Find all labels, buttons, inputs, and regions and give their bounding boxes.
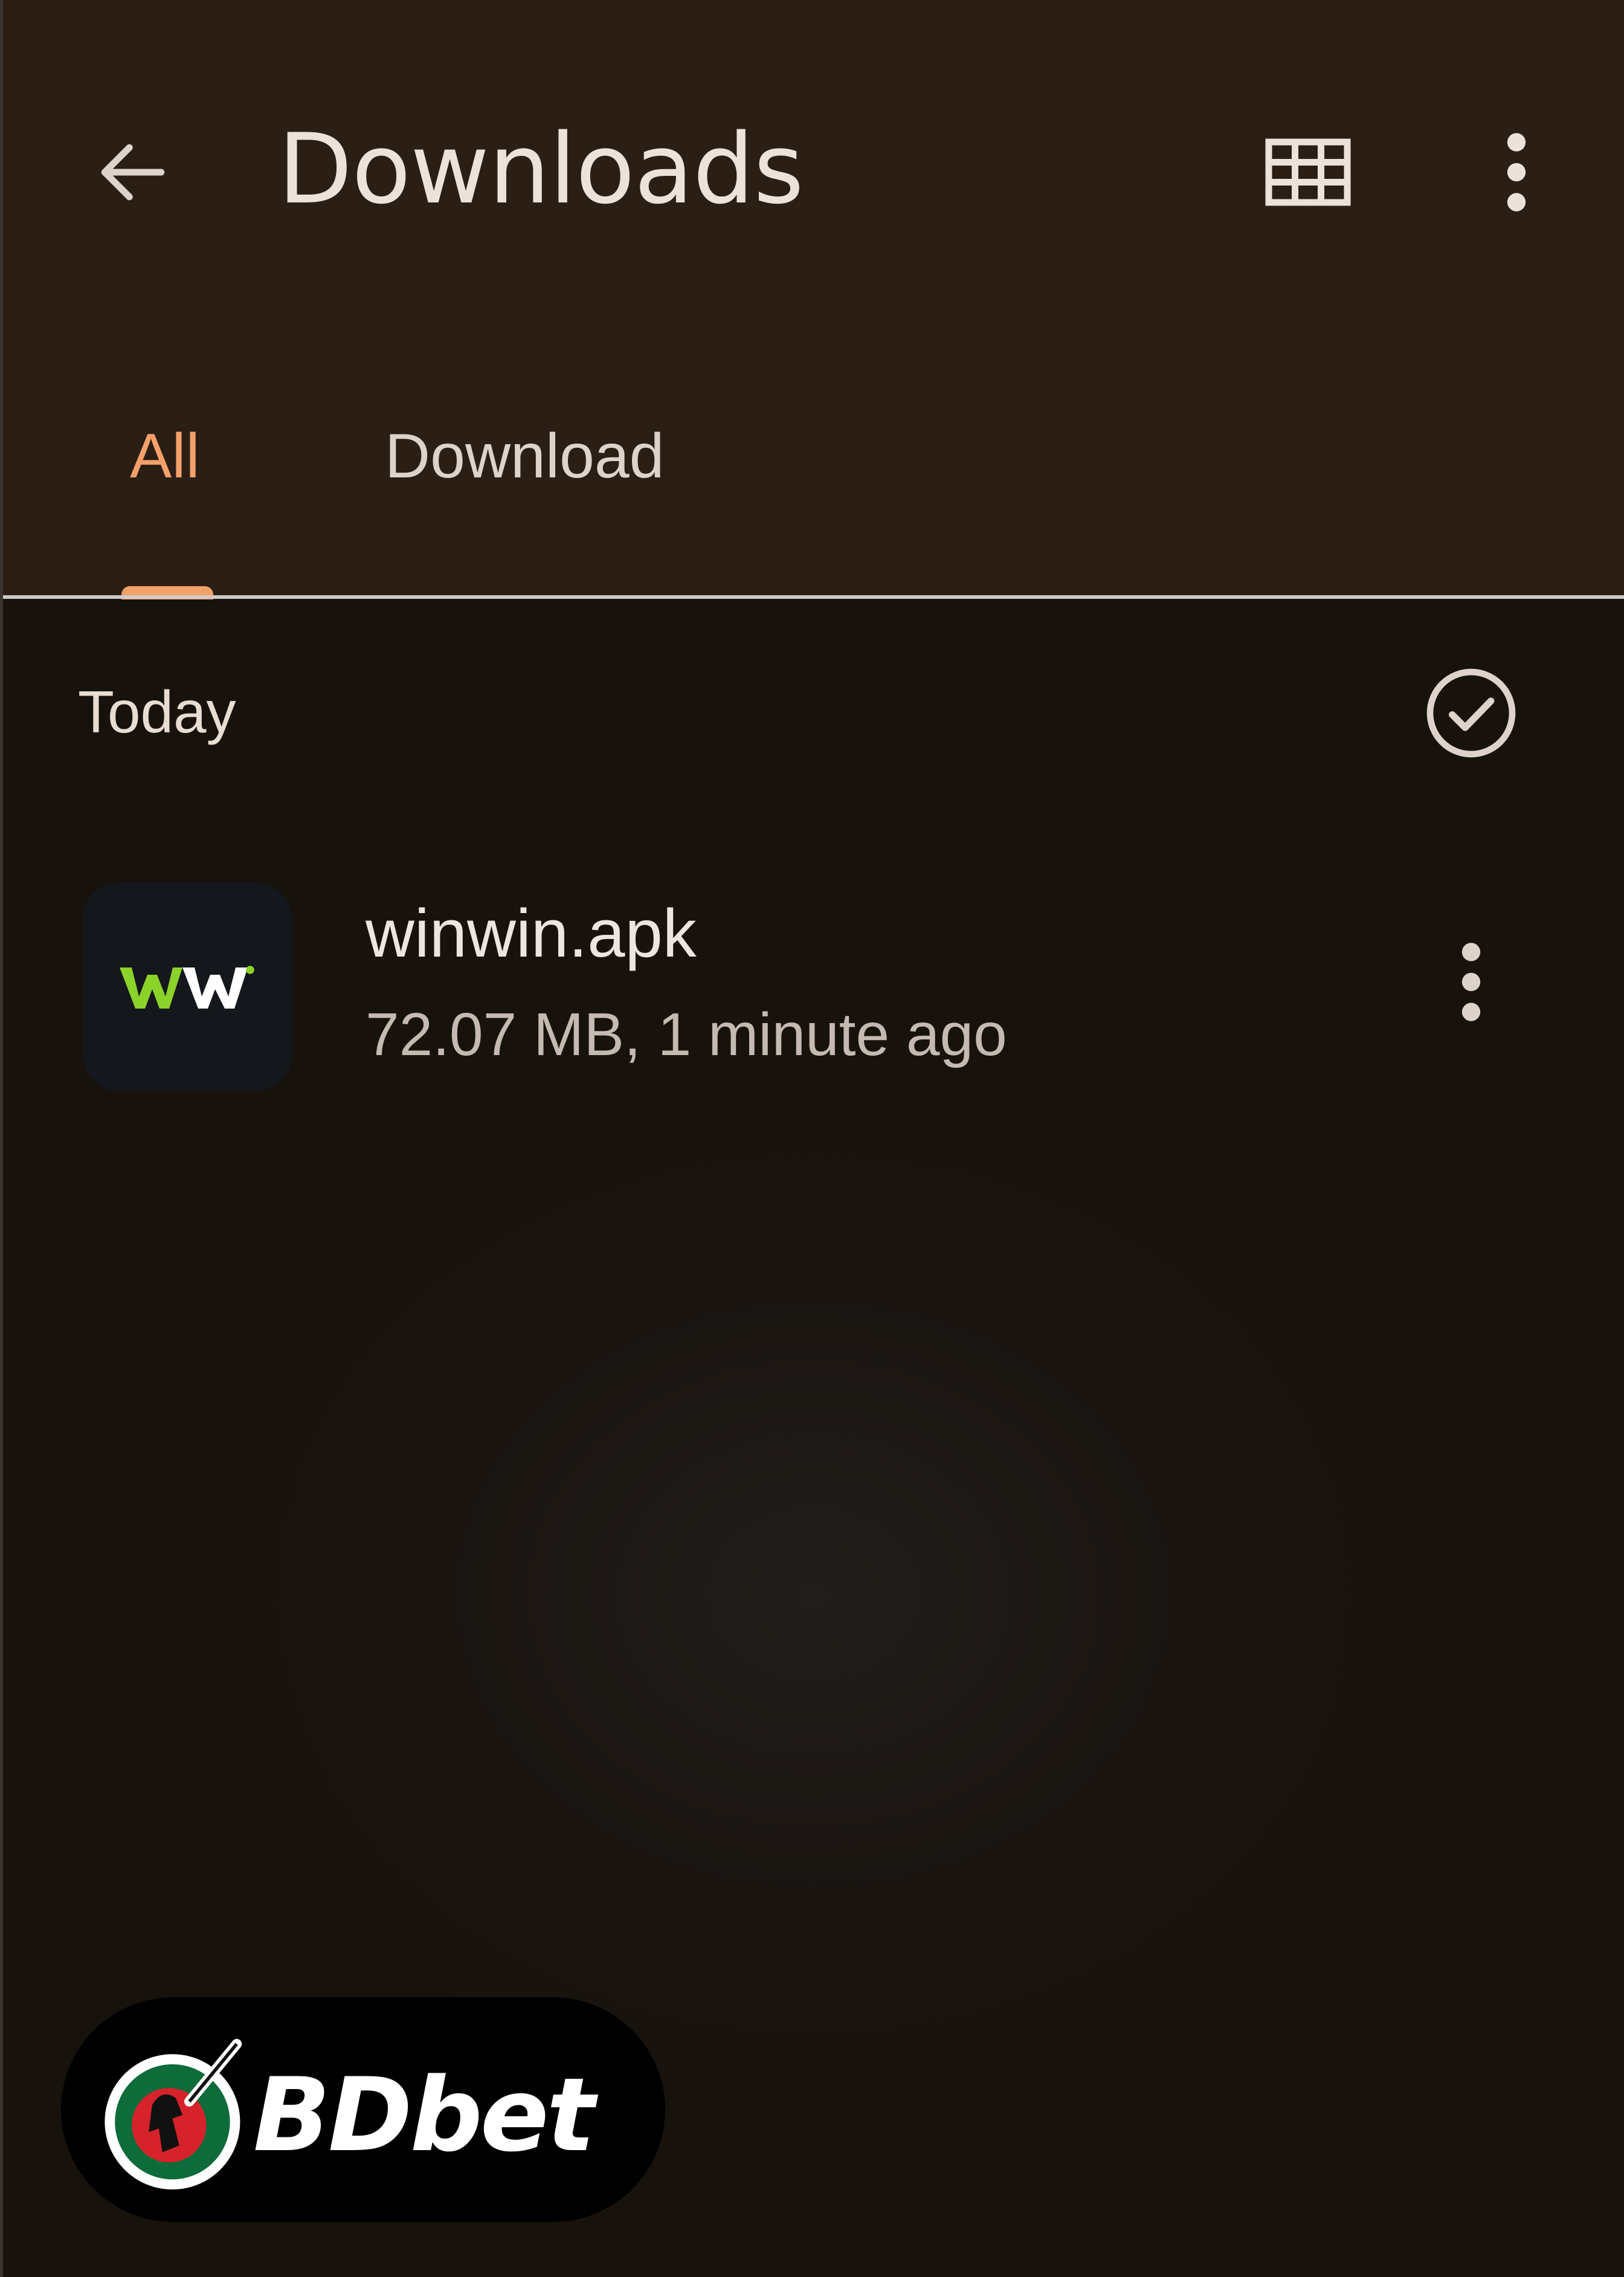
file-name: winwin.apk [366, 896, 697, 971]
arrow-left-icon [101, 144, 165, 201]
more-options-button[interactable] [1471, 121, 1562, 224]
section-heading-today: Today [78, 679, 236, 745]
file-options-button[interactable] [1429, 925, 1513, 1039]
bdbet-watermark: BDbet [61, 1997, 665, 2222]
winwin-app-icon [83, 882, 292, 1091]
file-meta: 72.07 MB, 1 minute ago [366, 1001, 1007, 1068]
tab-download[interactable]: Download [385, 423, 665, 489]
select-all-button[interactable] [1417, 659, 1526, 767]
grid-view-icon [1265, 138, 1351, 206]
divider [3, 595, 1624, 599]
more-vertical-icon [1461, 943, 1481, 1021]
list-item[interactable]: winwin.apk 72.07 MB, 1 minute ago [3, 858, 1624, 1100]
watermark-text: BDbet [253, 2056, 595, 2174]
downloads-screen: Downloads All Download Today winwin.apk … [0, 0, 1624, 2277]
page-title: Downloads [278, 112, 804, 225]
check-circle-icon [1426, 668, 1516, 758]
more-vertical-icon [1507, 133, 1526, 212]
ww-logo [120, 966, 254, 1009]
tab-all[interactable]: All [130, 423, 200, 489]
bdbet-logo-icon [105, 2039, 242, 2190]
grid-view-button[interactable] [1254, 121, 1362, 224]
app-bar: Downloads All Download [3, 0, 1624, 599]
back-button[interactable] [82, 121, 184, 224]
